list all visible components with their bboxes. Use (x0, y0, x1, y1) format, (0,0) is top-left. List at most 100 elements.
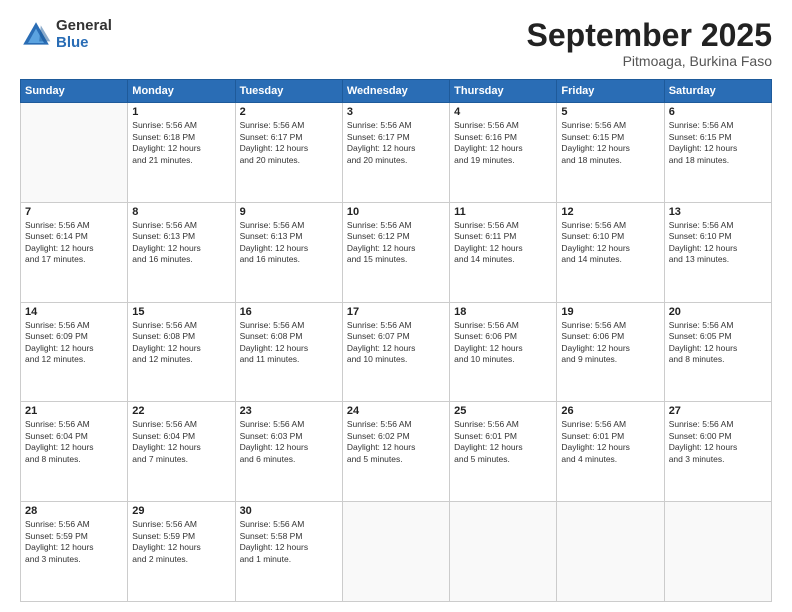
calendar-cell: 18Sunrise: 5:56 AM Sunset: 6:06 PM Dayli… (450, 302, 557, 402)
title-block: September 2025 Pitmoaga, Burkina Faso (527, 18, 772, 69)
day-number: 12 (561, 206, 659, 218)
calendar-cell: 8 Sunrise: 5:56 AM Sunset: 6:13 PM Daylig… (128, 202, 235, 302)
logo: General Blue (20, 18, 112, 51)
day-number: 13 (669, 206, 767, 218)
calendar-cell: 7 Sunrise: 5:56 AM Sunset: 6:14 PM Daylig… (21, 202, 128, 302)
cell-info: Sunrise: 5:56 AM Sunset: 6:04 PM Dayligh… (132, 419, 230, 465)
cell-info: Sunrise: 5:56 AM Sunset: 6:13 PM Dayligh… (132, 220, 230, 266)
calendar-cell (664, 502, 771, 602)
cell-info: Sunrise: 5:56 AM Sunset: 6:15 PM Dayligh… (669, 120, 767, 166)
cell-info: Sunrise: 5:56 AM Sunset: 6:13 PM Dayligh… (240, 220, 338, 266)
day-number: 9 (240, 206, 338, 218)
weekday-header-monday: Monday (128, 80, 235, 103)
cell-info: Sunrise: 5:56 AM Sunset: 6:11 PM Dayligh… (454, 220, 552, 266)
calendar-cell: 13 Sunrise: 5:56 AM Sunset: 6:10 PM Dayli… (664, 202, 771, 302)
cell-info: Sunrise: 5:56 AM Sunset: 5:58 PM Dayligh… (240, 519, 338, 565)
calendar-cell: 20 Sunrise: 5:56 AM Sunset: 6:05 PM Dayli… (664, 302, 771, 402)
week-row-5: 28 Sunrise: 5:56 AM Sunset: 5:59 PM Dayli… (21, 502, 772, 602)
calendar-cell: 22 Sunrise: 5:56 AM Sunset: 6:04 PM Dayli… (128, 402, 235, 502)
weekday-header-row: SundayMondayTuesdayWednesdayThursdayFrid… (21, 80, 772, 103)
week-row-4: 21 Sunrise: 5:56 AM Sunset: 6:04 PM Dayli… (21, 402, 772, 502)
logo-text: General Blue (56, 18, 112, 51)
calendar-cell: 3 Sunrise: 5:56 AM Sunset: 6:17 PM Daylig… (342, 103, 449, 203)
calendar-cell: 11 Sunrise: 5:56 AM Sunset: 6:11 PM Dayli… (450, 202, 557, 302)
calendar-cell: 27 Sunrise: 5:56 AM Sunset: 6:00 PM Dayli… (664, 402, 771, 502)
cell-info: Sunrise: 5:56 AM Sunset: 6:04 PM Dayligh… (25, 419, 123, 465)
calendar-cell (450, 502, 557, 602)
day-number: 4 (454, 106, 552, 118)
day-number: 11 (454, 206, 552, 218)
day-number: 16 (240, 306, 338, 318)
week-row-1: 1Sunrise: 5:56 AM Sunset: 6:18 PM Daylig… (21, 103, 772, 203)
day-number: 14 (25, 306, 123, 318)
calendar-cell: 5Sunrise: 5:56 AM Sunset: 6:15 PM Daylig… (557, 103, 664, 203)
cell-info: Sunrise: 5:56 AM Sunset: 6:03 PM Dayligh… (240, 419, 338, 465)
cell-info: Sunrise: 5:56 AM Sunset: 6:16 PM Dayligh… (454, 120, 552, 166)
day-number: 27 (669, 405, 767, 417)
cell-info: Sunrise: 5:56 AM Sunset: 6:10 PM Dayligh… (561, 220, 659, 266)
calendar-cell: 23 Sunrise: 5:56 AM Sunset: 6:03 PM Dayli… (235, 402, 342, 502)
cell-info: Sunrise: 5:56 AM Sunset: 6:17 PM Dayligh… (347, 120, 445, 166)
day-number: 10 (347, 206, 445, 218)
day-number: 2 (240, 106, 338, 118)
location: Pitmoaga, Burkina Faso (527, 53, 772, 69)
calendar-cell: 24 Sunrise: 5:56 AM Sunset: 6:02 PM Dayli… (342, 402, 449, 502)
cell-info: Sunrise: 5:56 AM Sunset: 6:02 PM Dayligh… (347, 419, 445, 465)
calendar-cell: 12 Sunrise: 5:56 AM Sunset: 6:10 PM Dayli… (557, 202, 664, 302)
day-number: 5 (561, 106, 659, 118)
calendar-cell: 9 Sunrise: 5:56 AM Sunset: 6:13 PM Daylig… (235, 202, 342, 302)
week-row-2: 7 Sunrise: 5:56 AM Sunset: 6:14 PM Daylig… (21, 202, 772, 302)
calendar-cell: 1Sunrise: 5:56 AM Sunset: 6:18 PM Daylig… (128, 103, 235, 203)
cell-info: Sunrise: 5:56 AM Sunset: 6:10 PM Dayligh… (669, 220, 767, 266)
weekday-header-tuesday: Tuesday (235, 80, 342, 103)
calendar-cell (342, 502, 449, 602)
cell-info: Sunrise: 5:56 AM Sunset: 6:08 PM Dayligh… (132, 320, 230, 366)
calendar-cell: 30 Sunrise: 5:56 AM Sunset: 5:58 PM Dayli… (235, 502, 342, 602)
day-number: 21 (25, 405, 123, 417)
day-number: 6 (669, 106, 767, 118)
day-number: 30 (240, 505, 338, 517)
day-number: 26 (561, 405, 659, 417)
day-number: 23 (240, 405, 338, 417)
page: General Blue September 2025 Pitmoaga, Bu… (0, 0, 792, 612)
calendar-cell: 4 Sunrise: 5:56 AM Sunset: 6:16 PM Daylig… (450, 103, 557, 203)
cell-info: Sunrise: 5:56 AM Sunset: 6:09 PM Dayligh… (25, 320, 123, 366)
calendar-cell: 21 Sunrise: 5:56 AM Sunset: 6:04 PM Dayli… (21, 402, 128, 502)
calendar-cell (21, 103, 128, 203)
calendar-cell: 10 Sunrise: 5:56 AM Sunset: 6:12 PM Dayli… (342, 202, 449, 302)
day-number: 3 (347, 106, 445, 118)
cell-info: Sunrise: 5:56 AM Sunset: 6:08 PM Dayligh… (240, 320, 338, 366)
weekday-header-saturday: Saturday (664, 80, 771, 103)
cell-info: Sunrise: 5:56 AM Sunset: 6:01 PM Dayligh… (454, 419, 552, 465)
day-number: 28 (25, 505, 123, 517)
calendar-cell (557, 502, 664, 602)
day-number: 17 (347, 306, 445, 318)
calendar-cell: 17 Sunrise: 5:56 AM Sunset: 6:07 PM Dayli… (342, 302, 449, 402)
calendar-cell: 26Sunrise: 5:56 AM Sunset: 6:01 PM Dayli… (557, 402, 664, 502)
day-number: 19 (561, 306, 659, 318)
cell-info: Sunrise: 5:56 AM Sunset: 5:59 PM Dayligh… (25, 519, 123, 565)
header: General Blue September 2025 Pitmoaga, Bu… (20, 18, 772, 69)
cell-info: Sunrise: 5:56 AM Sunset: 6:07 PM Dayligh… (347, 320, 445, 366)
day-number: 20 (669, 306, 767, 318)
weekday-header-friday: Friday (557, 80, 664, 103)
cell-info: Sunrise: 5:56 AM Sunset: 6:12 PM Dayligh… (347, 220, 445, 266)
cell-info: Sunrise: 5:56 AM Sunset: 6:05 PM Dayligh… (669, 320, 767, 366)
day-number: 24 (347, 405, 445, 417)
logo-icon (20, 19, 52, 51)
calendar-cell: 15 Sunrise: 5:56 AM Sunset: 6:08 PM Dayli… (128, 302, 235, 402)
calendar-cell: 19Sunrise: 5:56 AM Sunset: 6:06 PM Dayli… (557, 302, 664, 402)
day-number: 22 (132, 405, 230, 417)
calendar-table: SundayMondayTuesdayWednesdayThursdayFrid… (20, 79, 772, 602)
cell-info: Sunrise: 5:56 AM Sunset: 6:17 PM Dayligh… (240, 120, 338, 166)
cell-info: Sunrise: 5:56 AM Sunset: 6:00 PM Dayligh… (669, 419, 767, 465)
day-number: 8 (132, 206, 230, 218)
day-number: 7 (25, 206, 123, 218)
weekday-header-wednesday: Wednesday (342, 80, 449, 103)
day-number: 15 (132, 306, 230, 318)
calendar-cell: 16 Sunrise: 5:56 AM Sunset: 6:08 PM Dayli… (235, 302, 342, 402)
cell-info: Sunrise: 5:56 AM Sunset: 6:14 PM Dayligh… (25, 220, 123, 266)
weekday-header-sunday: Sunday (21, 80, 128, 103)
weekday-header-thursday: Thursday (450, 80, 557, 103)
cell-info: Sunrise: 5:56 AM Sunset: 5:59 PM Dayligh… (132, 519, 230, 565)
